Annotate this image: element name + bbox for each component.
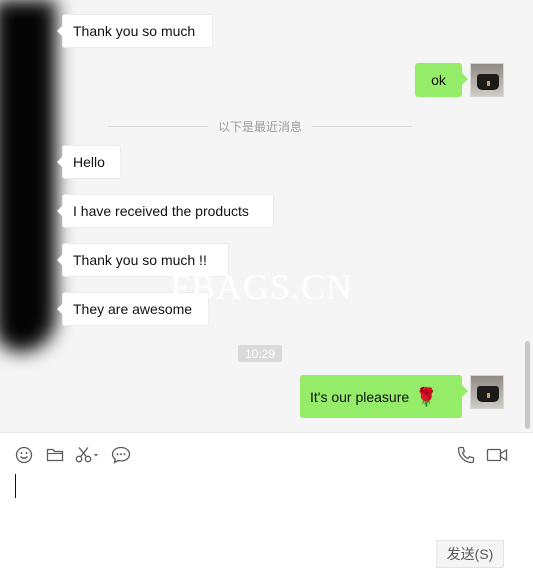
emoji-icon[interactable] [14,445,34,465]
rose-emoji: 🌹 [415,386,438,407]
recent-messages-divider: 以下是最近消息 [108,116,413,136]
chat-history-icon[interactable] [111,445,131,465]
send-button[interactable]: 发送(S) [436,540,504,568]
my-avatar[interactable] [470,375,504,409]
scissors-icon[interactable] [75,445,101,465]
outgoing-message[interactable]: It's our pleasure 🌹 [300,375,468,418]
folder-icon[interactable] [45,445,65,465]
redacted-avatar-region [0,0,56,352]
message-text: Hello [73,154,105,170]
chat-area: Thank you so much ok 以下是最近消息 Hello I hav… [0,0,533,432]
message-text: I have received the products [73,203,249,219]
message-timestamp: 10:29 [238,345,282,362]
chat-scrollbar[interactable] [525,341,530,429]
text-input-caret[interactable] [15,474,16,498]
incoming-message[interactable]: I have received the products [57,194,274,228]
phone-icon[interactable] [456,445,476,465]
message-text: ok [431,72,446,88]
message-text: It's our pleasure [310,388,410,405]
my-avatar[interactable] [470,63,504,97]
watermark: FBAGS.CN [170,267,354,307]
message-text: Thank you so much [73,23,196,39]
incoming-message[interactable]: Hello [57,145,121,179]
divider-label: 以下是最近消息 [218,119,303,134]
outgoing-message[interactable]: ok [415,63,468,97]
incoming-message[interactable]: Thank you so much [57,14,213,48]
message-composer: 发送(S) [0,432,533,576]
video-icon[interactable] [485,445,509,465]
